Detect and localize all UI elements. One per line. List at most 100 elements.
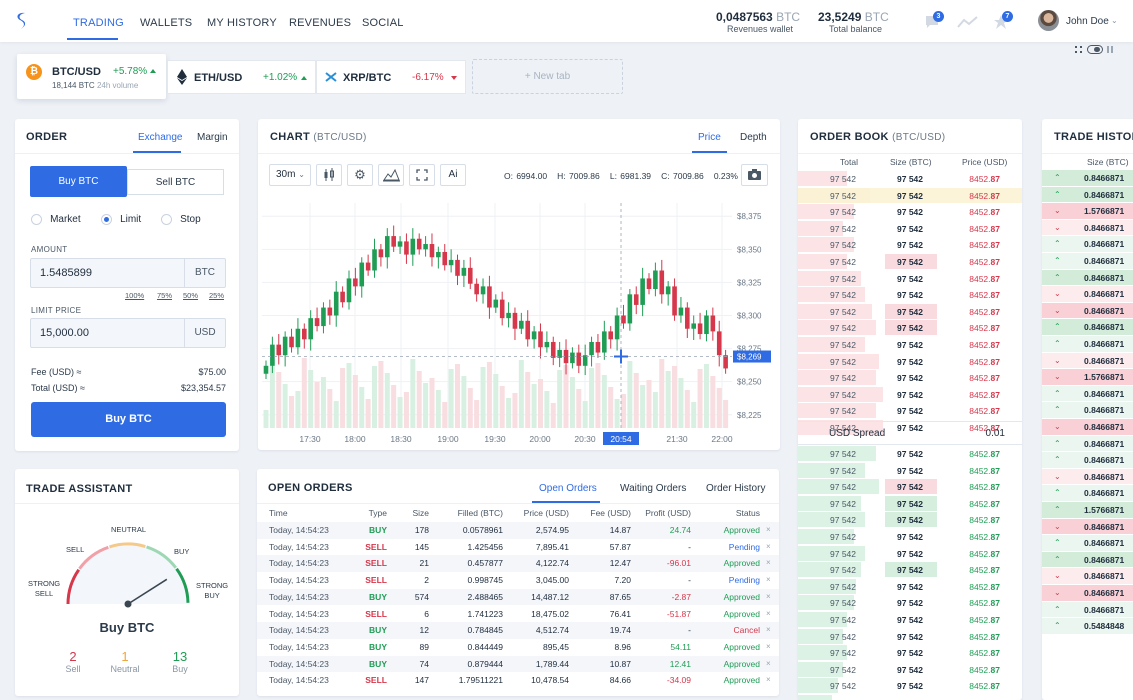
tab-margin[interactable]: Margin: [197, 132, 228, 143]
trade-row[interactable]: ⌃ 0.8466871: [1042, 601, 1133, 618]
notifications-button[interactable]: 7: [993, 11, 1013, 30]
trade-row[interactable]: ⌃ 0.8466871: [1042, 551, 1133, 568]
bid-row[interactable]: 97 54297 5428452.87: [798, 462, 1022, 479]
bid-row[interactable]: 97 54297 5428452.87: [798, 578, 1022, 595]
ask-row[interactable]: 97 542 97 542 8452.87: [798, 270, 1022, 287]
percent-25[interactable]: 25%: [209, 291, 224, 300]
bid-row[interactable]: 97 54297 5428452.87: [798, 644, 1022, 661]
ask-row[interactable]: 97 542 97 542 8452.87: [798, 402, 1022, 419]
layout-toggle[interactable]: [1075, 45, 1115, 55]
nav-social[interactable]: SOCIAL: [362, 17, 404, 29]
trade-row[interactable]: ⌃ 0.8466871: [1042, 236, 1133, 252]
fullscreen-button[interactable]: [409, 164, 435, 186]
ask-row[interactable]: 97 542 97 542 8452.87: [798, 303, 1022, 320]
close-icon[interactable]: ×: [766, 675, 771, 684]
table-row[interactable]: Today, 14:54:23 BUY 89 0.844449 895,45 8.96 54…: [257, 638, 779, 656]
close-icon[interactable]: ×: [766, 558, 771, 567]
tab-waiting-orders[interactable]: Waiting Orders: [620, 483, 686, 494]
nav-revenues[interactable]: REVENUES: [289, 17, 351, 29]
tab-price[interactable]: Price: [698, 132, 721, 143]
radio-limit[interactable]: Limit: [101, 213, 141, 225]
limit-price-field[interactable]: 15,000.00 USD: [30, 318, 226, 348]
table-row[interactable]: Today, 14:54:23 SELL 145 1.425456 7,895.41 57…: [257, 538, 779, 556]
ai-button[interactable]: Ai: [440, 164, 466, 186]
trade-row[interactable]: ⌄ 0.8466871: [1042, 468, 1133, 485]
close-icon[interactable]: ×: [766, 642, 771, 651]
bid-row[interactable]: 97 54297 5428452.87: [798, 694, 1022, 700]
amount-field[interactable]: 1.5485899 BTC: [30, 258, 226, 288]
radio-market[interactable]: Market: [31, 213, 81, 225]
ask-row[interactable]: 97 542 97 542 8452.87: [798, 286, 1022, 303]
bid-row[interactable]: 97 54297 5428452.87: [798, 478, 1022, 495]
trade-row[interactable]: ⌃ 1.5766871: [1042, 502, 1133, 518]
trade-row[interactable]: ⌄ 1.5766871: [1042, 369, 1133, 385]
trade-row[interactable]: ⌄ 0.8466871: [1042, 219, 1133, 236]
ask-row[interactable]: 97 542 97 542 8452.87: [798, 220, 1022, 237]
nav-trading[interactable]: TRADING: [73, 17, 124, 29]
trade-row[interactable]: ⌄ 0.8466871: [1042, 352, 1133, 369]
trade-row[interactable]: ⌃ 0.8466871: [1042, 385, 1133, 402]
trade-row[interactable]: ⌄ 0.8466871: [1042, 568, 1133, 584]
trade-row[interactable]: ⌃ 0.8466871: [1042, 186, 1133, 203]
ask-row[interactable]: 97 542 97 542 8452.87: [798, 336, 1022, 353]
close-icon[interactable]: ×: [766, 592, 771, 601]
radio-stop[interactable]: Stop: [161, 213, 201, 225]
bid-row[interactable]: 97 54297 5428452.87: [798, 561, 1022, 578]
buy-tab-button[interactable]: Buy BTC: [30, 166, 127, 197]
trade-row[interactable]: ⌃ 0.8466871: [1042, 435, 1133, 452]
bid-row[interactable]: 97 54297 5428452.87: [798, 445, 1022, 462]
ask-row[interactable]: 97 542 97 542 8452.87: [798, 369, 1022, 386]
close-icon[interactable]: ×: [766, 609, 771, 618]
trade-row[interactable]: ⌃ 0.8466871: [1042, 319, 1133, 335]
nav-wallets[interactable]: WALLETS: [140, 17, 192, 29]
logo-icon[interactable]: [14, 11, 28, 31]
messages-button[interactable]: 3: [924, 11, 944, 30]
tab-open-orders[interactable]: Open Orders: [539, 483, 597, 494]
ask-row[interactable]: 97 542 97 542 8452.87: [798, 253, 1022, 270]
pair-tab-btc-usd[interactable]: ₿ BTC/USD +5.78% 18,144 BTC 24h volume: [17, 54, 166, 99]
trade-row[interactable]: ⌃ 0.8466871: [1042, 452, 1133, 468]
activity-icon[interactable]: [957, 15, 979, 29]
table-row[interactable]: Today, 14:54:23 SELL 2 0.998745 3,045.00 7.20…: [257, 572, 779, 589]
ask-row[interactable]: 97 542 97 542 8452.87: [798, 236, 1022, 253]
bid-row[interactable]: 97 54297 5428452.87: [798, 677, 1022, 694]
pair-tab-xrp-btc[interactable]: XRP/BTC -6.17%: [316, 60, 466, 94]
bid-row[interactable]: 97 54297 5428452.87: [798, 545, 1022, 562]
interval-select[interactable]: 30m ⌄: [269, 164, 311, 186]
ask-row[interactable]: 97 542 97 542 8452.87: [798, 187, 1022, 204]
percent-50[interactable]: 50%: [183, 291, 198, 300]
pair-tab-eth-usd[interactable]: ETH/USD +1.02%: [167, 60, 316, 94]
percent-75[interactable]: 75%: [157, 291, 172, 300]
user-menu[interactable]: John Doe ⌄: [1038, 10, 1120, 32]
ask-row[interactable]: 97 542 97 542 8452.87: [798, 319, 1022, 336]
trade-row[interactable]: ⌃ 0.8466871: [1042, 170, 1133, 186]
trade-row[interactable]: ⌃ 0.8466871: [1042, 402, 1133, 418]
trade-row[interactable]: ⌃ 0.8466871: [1042, 336, 1133, 352]
indicators-button[interactable]: [378, 164, 404, 186]
table-row[interactable]: Today, 14:54:23 SELL 6 1.741223 18,475.02 76.…: [257, 605, 779, 623]
bid-row[interactable]: 97 54297 5428452.87: [798, 495, 1022, 512]
bid-row[interactable]: 97 54297 5428452.87: [798, 661, 1022, 678]
table-row[interactable]: Today, 14:54:23 BUY 574 2.488465 14,487.12 87…: [257, 588, 779, 606]
close-icon[interactable]: ×: [766, 659, 771, 668]
tab-order-history[interactable]: Order History: [706, 483, 765, 494]
trade-row[interactable]: ⌄ 1.5766871: [1042, 203, 1133, 219]
ask-row[interactable]: 97 542 97 542 8452.87: [798, 170, 1022, 187]
table-row[interactable]: Today, 14:54:23 BUY 12 0.784845 4,512.74 19.7…: [257, 622, 779, 639]
tab-exchange[interactable]: Exchange: [138, 132, 182, 143]
new-tab-button[interactable]: + New tab: [472, 59, 623, 94]
price-chart[interactable]: $8,375$8,350$8,325$8,300$8,275$8,250$8,2…: [258, 193, 780, 450]
trade-row[interactable]: ⌃ 0.5484848: [1042, 618, 1133, 634]
buy-btc-submit-button[interactable]: Buy BTC: [31, 402, 226, 437]
close-icon[interactable]: ×: [766, 575, 771, 584]
trade-row[interactable]: ⌄ 0.8466871: [1042, 302, 1133, 319]
trade-row[interactable]: ⌄ 0.8466871: [1042, 518, 1133, 535]
ask-row[interactable]: 97 542 97 542 8452.87: [798, 353, 1022, 370]
trade-row[interactable]: ⌄ 0.8466871: [1042, 286, 1133, 302]
close-icon[interactable]: ×: [766, 542, 771, 551]
sell-tab-button[interactable]: Sell BTC: [127, 169, 224, 195]
ask-row[interactable]: 97 542 97 542 8452.87: [798, 203, 1022, 220]
table-row[interactable]: Today, 14:54:23 BUY 74 0.879444 1,789.44 10.8…: [257, 655, 779, 673]
ask-row[interactable]: 97 542 97 542 8452.87: [798, 386, 1022, 403]
percent-100[interactable]: 100%: [125, 291, 144, 300]
